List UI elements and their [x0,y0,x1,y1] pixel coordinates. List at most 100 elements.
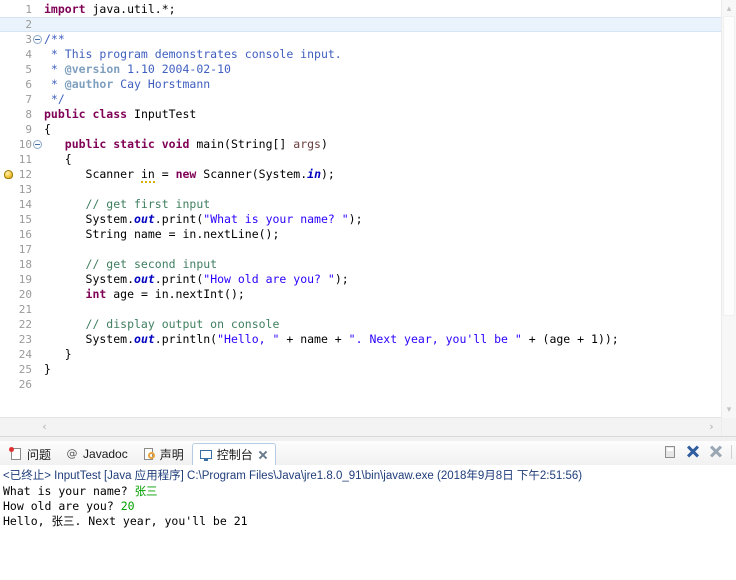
tab-declaration[interactable]: 声明 [136,443,190,465]
code-text: System.out.print("How old are you? "); [44,272,349,287]
scroll-up-arrow-icon[interactable]: ▴ [722,1,736,15]
code-token: InputTest [134,107,197,121]
code-line[interactable]: 13 [0,182,722,197]
code-token: .print( [154,272,204,286]
console-output-area[interactable]: <已终止> InputTest [Java 应用程序] C:\Program F… [0,465,736,580]
line-number: 12 [18,168,32,181]
line-number: 14 [18,198,32,211]
code-line[interactable]: 12 Scanner in = new Scanner(System.in); [0,167,722,183]
line-number: 23 [18,333,32,346]
code-line[interactable]: 6 * @author Cay Horstmann [0,77,722,92]
code-line[interactable]: 1 import java.util.*; [0,2,722,17]
code-text: } [44,347,72,362]
java-editor[interactable]: 1 import java.util.*; 2 3/** 4 * This progra… [0,0,736,436]
code-line-container: 1 import java.util.*; 2 3/** 4 * This progra… [0,2,722,392]
tab-label: Javadoc [83,447,128,461]
scrollbar-corner [722,418,736,436]
code-line[interactable]: 16 String name = in.nextLine(); [0,227,722,242]
line-number: 1 [25,3,32,16]
code-line[interactable]: 14 // get first input [0,197,722,212]
vertical-scrollbar-thumb[interactable] [723,16,735,316]
code-token: args [293,137,321,151]
code-line[interactable]: 9{ [0,122,722,137]
console-toolbar [662,444,732,460]
code-token: @author [64,77,114,91]
code-line[interactable]: 17 [0,242,722,257]
code-line[interactable]: 2 [0,17,722,32]
code-token: 1.10 2004-02-10 [120,62,231,76]
line-number: 6 [25,78,32,91]
code-token: Scanner [44,167,141,181]
code-line[interactable]: 20 int age = in.nextInt(); [0,287,722,302]
console-user-input: 20 [120,499,135,513]
toolbar-separator [731,445,732,459]
code-token: .println( [154,332,218,346]
console-program-output: What is your name? [3,484,135,498]
code-line[interactable]: 23 System.out.println("Hello, " + name +… [0,332,722,347]
code-token: // display output on console [44,317,280,331]
close-icon[interactable] [257,449,269,461]
tab-javadoc[interactable]: @ Javadoc [59,443,134,465]
code-token: // get second input [44,257,218,271]
line-number: 9 [25,123,32,136]
launch-status-line: <已终止> InputTest [Java 应用程序] C:\Program F… [3,470,583,482]
javadoc-icon: @ [66,447,78,460]
code-token: * [44,62,65,76]
code-token: "How old are you? " [203,272,335,286]
code-token: { [44,152,72,166]
code-line[interactable]: 8 public class InputTest [0,107,722,122]
code-line[interactable]: 18 // get second input [0,257,722,272]
line-number: 16 [18,228,32,241]
code-line[interactable]: 10 public static void main(String[] args… [0,137,722,152]
tab-label: 控制台 [216,448,253,462]
editor-vertical-scrollbar[interactable]: ▴ ▾ [721,0,736,436]
line-number: 5 [25,63,32,76]
editor-text-area[interactable]: 1 import java.util.*; 2 3/** 4 * This progra… [0,0,722,416]
fold-collapse-icon[interactable] [33,35,42,44]
tab-console[interactable]: 控制台 [191,443,276,466]
code-token: 1 [591,332,598,346]
declaration-icon [142,447,156,461]
code-line[interactable]: 3 /** [0,32,722,47]
code-token: } [44,347,72,361]
code-token: * This program demonstrates console inpu… [44,47,342,61]
view-tab-bar: 问题 @ Javadoc 声明 控制台 [0,441,736,466]
code-token: age = in.nextInt(); [113,287,245,301]
editor-horizontal-scrollbar[interactable]: ‹ › [0,417,722,436]
code-line[interactable]: 22 // display output on console [0,317,722,332]
code-token: @version [64,62,121,76]
line-number: 3 [25,33,32,46]
scroll-right-arrow-icon[interactable]: › [703,418,720,436]
code-line[interactable]: 25} [0,362,722,377]
code-line[interactable]: 15 System.out.print("What is your name? … [0,212,722,227]
console-program-output: How old are you? [3,499,121,513]
scroll-left-arrow-icon[interactable]: ‹ [36,418,53,436]
remove-all-terminated-button[interactable] [708,444,724,460]
clear-console-button[interactable] [662,444,678,460]
code-line[interactable]: 26 [0,377,722,392]
code-text: { [44,122,51,137]
console-icon [199,448,213,462]
code-token: main(String[] [196,137,294,151]
code-line[interactable]: 7 */ [0,92,722,107]
tab-problems[interactable]: 问题 [3,443,57,465]
line-number: 20 [18,288,32,301]
code-text: import java.util.*; [44,2,176,17]
code-line[interactable]: 4 * This program demonstrates console in… [0,47,722,62]
code-token: .print( [154,212,204,226]
terminate-button[interactable] [685,444,701,460]
scroll-down-arrow-icon[interactable]: ▾ [722,402,736,416]
code-token: String name = in.nextLine(); [44,227,280,241]
code-token: */ [44,92,65,106]
code-line[interactable]: 24 } [0,347,722,362]
code-line[interactable]: 19 System.out.print("How old are you? ")… [0,272,722,287]
code-line[interactable]: 5 * @version 1.10 2004-02-10 [0,62,722,77]
line-number: 8 [25,108,32,121]
line-number: 17 [18,243,32,256]
code-token: ) [320,137,328,151]
code-text: Scanner in = new Scanner(System.in); [44,167,335,183]
code-token: new [175,167,204,181]
code-line[interactable]: 21 [0,302,722,317]
fold-collapse-icon[interactable] [33,140,42,149]
code-line[interactable]: 11 { [0,152,722,167]
